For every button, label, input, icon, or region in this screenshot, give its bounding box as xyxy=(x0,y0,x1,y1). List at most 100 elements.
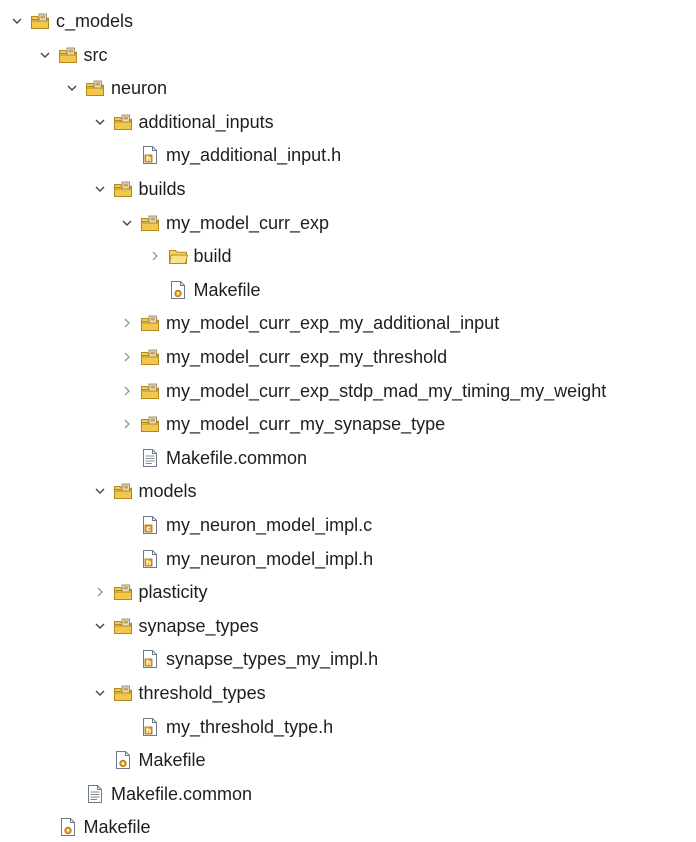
header-file-icon: h xyxy=(140,649,160,669)
tree-item-my-neuron-model-impl-c[interactable]: c my_neuron_model_impl.c xyxy=(0,510,696,540)
tree-item-src[interactable]: src xyxy=(0,40,696,70)
tree-item-label: my_model_curr_my_synapse_type xyxy=(166,414,446,435)
tree-item-makefile-common[interactable]: Makefile.common xyxy=(0,779,696,809)
package-folder-icon xyxy=(140,347,160,367)
twistie-collapsed-icon[interactable] xyxy=(118,314,136,332)
package-folder-icon xyxy=(113,582,133,602)
tree-item-label: Makefile.common xyxy=(166,447,308,468)
tree-item-label: additional_inputs xyxy=(138,111,274,132)
twistie-expanded-icon[interactable] xyxy=(91,617,109,635)
tree-item-makefile[interactable]: Makefile xyxy=(0,812,696,842)
tree-item-my-model-curr-exp[interactable]: my_model_curr_exp xyxy=(0,208,696,238)
header-file-icon: h xyxy=(140,145,160,165)
tree-item-additional-inputs[interactable]: additional_inputs xyxy=(0,107,696,137)
package-folder-icon xyxy=(113,179,133,199)
tree-item-label: my_neuron_model_impl.c xyxy=(166,515,373,535)
svg-text:h: h xyxy=(146,155,151,163)
svg-text:h: h xyxy=(146,726,151,734)
twistie-spacer xyxy=(146,281,164,299)
twistie-collapsed-icon[interactable] xyxy=(118,415,136,433)
tree-item-build[interactable]: build xyxy=(0,241,696,271)
tree-item-label: Makefile.common xyxy=(111,783,253,804)
package-folder-icon xyxy=(113,683,133,703)
tree-item-label: Makefile xyxy=(83,817,151,838)
tree-item-makefile[interactable]: Makefile xyxy=(0,275,696,305)
tree-item-label: synapse_types xyxy=(138,615,259,636)
svg-text:h: h xyxy=(146,558,151,566)
tree-item-c-models[interactable]: c_models xyxy=(0,6,696,36)
package-folder-icon xyxy=(140,213,160,233)
twistie-collapsed-icon[interactable] xyxy=(118,382,136,400)
twistie-spacer xyxy=(36,818,54,836)
twistie-spacer xyxy=(118,449,136,467)
header-file-icon: h xyxy=(140,717,160,737)
text-file-icon xyxy=(85,784,105,804)
tree-item-neuron[interactable]: neuron xyxy=(0,73,696,103)
tree-item-label: build xyxy=(193,246,232,267)
package-folder-icon xyxy=(58,45,78,65)
package-folder-icon xyxy=(113,481,133,501)
svg-text:c: c xyxy=(146,525,150,533)
tree-item-makefile-common[interactable]: Makefile.common xyxy=(0,443,696,473)
tree-item-label: my_model_curr_exp_stdp_mad_my_timing_my_… xyxy=(166,380,607,401)
tree-item-label: my_model_curr_exp_my_threshold xyxy=(166,347,448,367)
tree-item-synapse-types[interactable]: synapse_types xyxy=(0,611,696,641)
tree-item-threshold-types[interactable]: threshold_types xyxy=(0,678,696,708)
twistie-collapsed-icon[interactable] xyxy=(91,583,109,601)
tree-item-label: Makefile xyxy=(193,279,261,300)
tree-item-label: models xyxy=(138,481,197,502)
twistie-spacer xyxy=(118,718,136,736)
package-folder-icon xyxy=(140,381,160,401)
tree-item-label: synapse_types_my_impl.h xyxy=(166,649,379,670)
tree-item-plasticity[interactable]: plasticity xyxy=(0,577,696,607)
header-file-icon: h xyxy=(140,549,160,569)
text-file-icon xyxy=(140,448,160,468)
project-explorer-tree: c_models src neuron additional_inputs h m… xyxy=(0,0,696,842)
tree-item-label: my_additional_input.h xyxy=(166,145,342,166)
svg-text:h: h xyxy=(146,659,151,667)
tree-item-label: neuron xyxy=(111,78,168,99)
twistie-expanded-icon[interactable] xyxy=(63,79,81,97)
tree-item-makefile[interactable]: Makefile xyxy=(0,745,696,775)
tree-item-my-threshold-type-h[interactable]: h my_threshold_type.h xyxy=(0,712,696,742)
tree-item-my-model-curr-exp-my-threshold[interactable]: my_model_curr_exp_my_threshold xyxy=(0,342,696,372)
package-folder-icon xyxy=(113,616,133,636)
twistie-spacer xyxy=(118,650,136,668)
tree-item-my-additional-input-h[interactable]: h my_additional_input.h xyxy=(0,140,696,170)
tree-item-label: builds xyxy=(138,179,186,199)
twistie-collapsed-icon[interactable] xyxy=(146,247,164,265)
tree-item-label: threshold_types xyxy=(138,683,266,703)
tree-item-label: c_models xyxy=(56,11,134,31)
tree-item-my-model-curr-exp-my-additional-input[interactable]: my_model_curr_exp_my_additional_input xyxy=(0,308,696,338)
tree-item-label: Makefile xyxy=(138,750,206,771)
package-folder-icon xyxy=(85,78,105,98)
package-folder-icon xyxy=(140,313,160,333)
tree-item-my-neuron-model-impl-h[interactable]: h my_neuron_model_impl.h xyxy=(0,544,696,574)
twistie-expanded-icon[interactable] xyxy=(118,214,136,232)
makefile-icon xyxy=(58,817,78,837)
tree-item-synapse-types-my-impl-h[interactable]: h synapse_types_my_impl.h xyxy=(0,644,696,674)
twistie-spacer xyxy=(91,751,109,769)
tree-item-my-model-curr-exp-stdp-mad-my-timing-my-weight[interactable]: my_model_curr_exp_stdp_mad_my_timing_my_… xyxy=(0,376,696,406)
tree-item-label: plasticity xyxy=(138,582,208,603)
tree-item-my-model-curr-my-synapse-type[interactable]: my_model_curr_my_synapse_type xyxy=(0,409,696,439)
c-source-file-icon: c xyxy=(140,515,160,535)
tree-item-label: my_model_curr_exp xyxy=(166,212,330,233)
twistie-collapsed-icon[interactable] xyxy=(118,348,136,366)
twistie-expanded-icon[interactable] xyxy=(91,180,109,198)
package-folder-icon xyxy=(113,112,133,132)
twistie-expanded-icon[interactable] xyxy=(91,684,109,702)
twistie-expanded-icon[interactable] xyxy=(36,46,54,64)
package-folder-icon xyxy=(30,11,50,31)
twistie-spacer xyxy=(118,146,136,164)
tree-item-label: my_neuron_model_impl.h xyxy=(166,548,374,569)
twistie-spacer xyxy=(63,785,81,803)
twistie-expanded-icon[interactable] xyxy=(8,12,26,30)
twistie-expanded-icon[interactable] xyxy=(91,113,109,131)
makefile-icon xyxy=(168,280,188,300)
tree-item-models[interactable]: models xyxy=(0,476,696,506)
tree-item-builds[interactable]: builds xyxy=(0,174,696,204)
tree-item-label: my_threshold_type.h xyxy=(166,716,334,737)
twistie-expanded-icon[interactable] xyxy=(91,482,109,500)
folder-icon xyxy=(168,246,188,266)
